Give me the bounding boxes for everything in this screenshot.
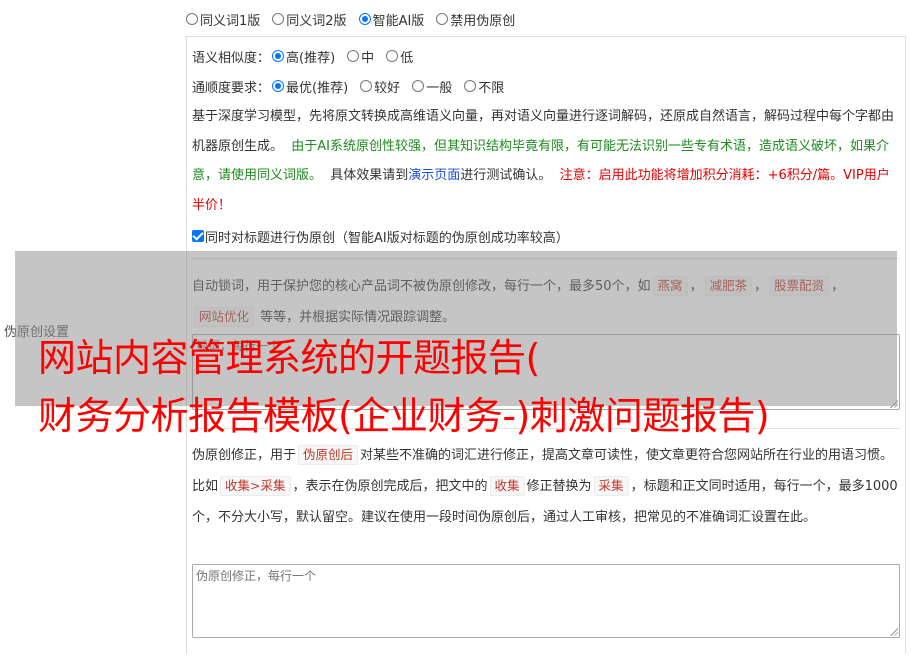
fluency-normal[interactable]: 一般 (412, 77, 452, 96)
checkbox-checked-icon[interactable] (192, 230, 204, 242)
mode-option-label: 禁用伪原创 (450, 13, 516, 29)
similarity-option-label: 高(推荐) (286, 50, 336, 66)
fluency-row: 通顺度要求： 最优(推荐) 较好 一般 不限 (192, 76, 516, 96)
mode-option-ai[interactable]: 智能AI版 (358, 10, 425, 29)
desc-text: 进行测试确认。 (460, 168, 552, 183)
fluency-option-label: 较好 (374, 80, 401, 96)
resize-grip-icon[interactable] (890, 628, 898, 636)
radio-icon[interactable] (386, 50, 399, 62)
title-rewrite-label: 同时对标题进行伪原创（智能AI版对标题的伪原创成功率较高） (205, 230, 569, 246)
demo-page-link[interactable]: 演示页面 (408, 168, 460, 183)
headline-line-2: 财务分析报告模板(企业财务-)刺激问题报告) (38, 394, 770, 438)
mode-selector: 同义词1版 同义词2版 智能AI版 禁用伪原创 (186, 10, 527, 29)
desc-text: 修正替换为 (526, 479, 592, 494)
similarity-label: 语义相似度： (192, 50, 271, 66)
radio-icon[interactable] (464, 80, 477, 92)
radio-icon[interactable] (436, 13, 449, 25)
gray-overlay (15, 251, 897, 406)
mode-option-label: 同义词2版 (286, 13, 347, 29)
radio-checked-icon[interactable] (358, 13, 371, 25)
example-tag: 收集>采集 (220, 476, 291, 496)
fluency-option-label: 最优(推荐) (286, 80, 349, 96)
similarity-high[interactable]: 高(推荐) (272, 47, 335, 66)
similarity-medium[interactable]: 中 (347, 47, 374, 66)
radio-icon[interactable] (412, 80, 425, 92)
correction-description: 伪原创修正，用于 伪原创后 对某些不准确的词汇进行修正，提高文章可读性，使文章更符合… (192, 440, 902, 533)
example-tag: 伪原创后 (298, 445, 359, 465)
similarity-option-label: 中 (361, 50, 375, 66)
similarity-option-label: 低 (400, 50, 414, 66)
mode-option-label: 同义词1版 (200, 13, 261, 29)
title-rewrite-option[interactable]: 同时对标题进行伪原创（智能AI版对标题的伪原创成功率较高） (192, 227, 569, 246)
desc-text: 伪原创修正，用于 (192, 448, 297, 463)
example-tag: 采集 (593, 476, 629, 496)
radio-checked-icon[interactable] (272, 80, 285, 92)
radio-checked-icon[interactable] (272, 50, 285, 62)
fluency-any[interactable]: 不限 (464, 77, 504, 96)
similarity-low[interactable]: 低 (386, 47, 413, 66)
fluency-best[interactable]: 最优(推荐) (272, 77, 348, 96)
fluency-option-label: 不限 (478, 80, 505, 96)
fluency-label: 通顺度要求： (192, 80, 271, 96)
radio-icon[interactable] (272, 13, 285, 25)
example-tag: 收集 (489, 476, 525, 496)
radio-icon[interactable] (347, 50, 360, 62)
mode-option-synonym-1[interactable]: 同义词1版 (186, 10, 260, 29)
correction-textarea[interactable]: 伪原创修正，每行一个 (192, 564, 900, 638)
desc-text: ，表示在伪原创完成后，把文中的 (292, 479, 488, 494)
mode-option-label: 智能AI版 (372, 13, 425, 29)
radio-icon[interactable] (360, 80, 373, 92)
similarity-row: 语义相似度： 高(推荐) 中 低 (192, 46, 425, 66)
fluency-good[interactable]: 较好 (360, 77, 400, 96)
radio-icon[interactable] (186, 13, 198, 25)
headline-line-1: 网站内容管理系统的开题报告( (38, 336, 540, 380)
mode-option-disable[interactable]: 禁用伪原创 (436, 10, 515, 29)
correction-placeholder: 伪原创修正，每行一个 (196, 569, 317, 583)
mode-option-synonym-2[interactable]: 同义词2版 (272, 10, 347, 29)
desc-text: 具体效果请到 (330, 168, 409, 183)
fluency-option-label: 一般 (426, 80, 453, 96)
ai-mode-description: 基于深度学习模型，先将原文转换成高维语义向量，再对语义向量进行逐词解码，还原成自… (192, 102, 900, 220)
